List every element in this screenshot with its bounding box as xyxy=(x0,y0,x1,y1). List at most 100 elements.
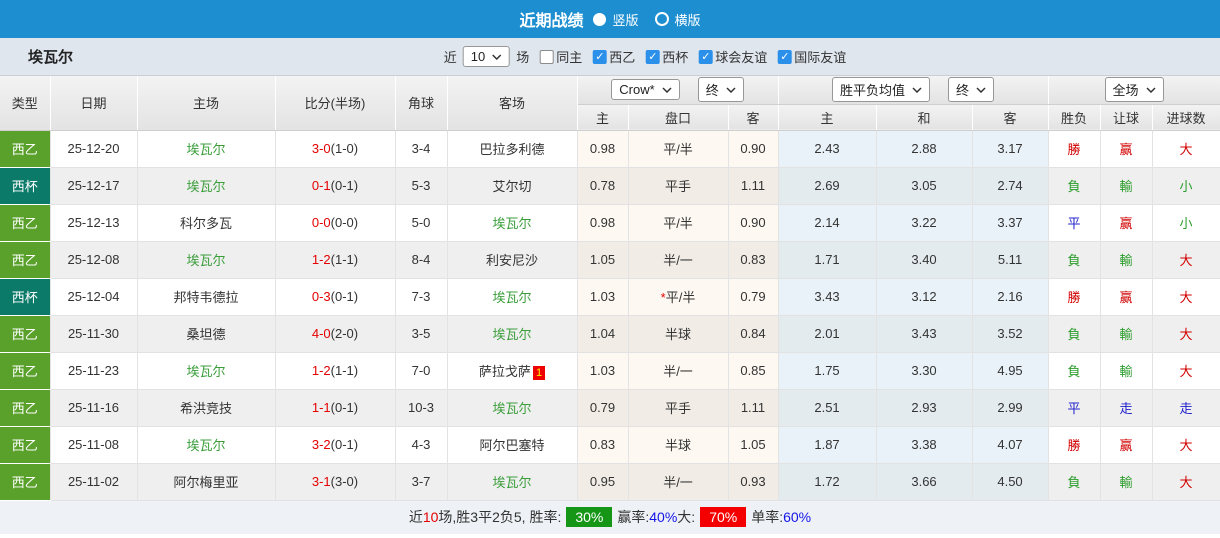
scope-select[interactable]: 全场 xyxy=(1104,77,1164,103)
home-odds-cell: 0.98 xyxy=(577,130,629,168)
vertical-radio-label[interactable]: 竖版 xyxy=(612,10,638,29)
fulltime-score: 0-0 xyxy=(311,215,331,230)
home-odds-cell: 0.83 xyxy=(577,426,629,464)
chevron-down-icon xyxy=(492,53,502,60)
spread-result-cell: 赢 xyxy=(1100,426,1153,464)
table-row: 西杯 25-12-17 埃瓦尔 0-1(0-1) 5-3 艾尔切 0.78 平手… xyxy=(0,167,1220,205)
league-badge: 西杯 xyxy=(0,278,51,316)
league-badge: 西乙 xyxy=(0,130,51,168)
checkbox-club-friendly[interactable] xyxy=(698,49,713,64)
date-cell: 25-12-04 xyxy=(50,278,138,316)
home-team-cell: 邦特韦德拉 xyxy=(137,278,276,316)
summary-recent-count: 10 xyxy=(422,509,439,525)
filters: 近 10 场 同主 西乙 西杯 球会友谊 国际友谊 xyxy=(444,46,846,67)
home-odds-cell: 0.95 xyxy=(577,463,629,501)
home-team-name: 埃瓦尔 xyxy=(186,142,226,157)
single-rate-label: 单率: xyxy=(751,509,784,525)
vertical-radio[interactable] xyxy=(593,12,607,26)
away-odds-cell: 0.83 xyxy=(728,241,779,279)
handicap-cell: 平/半 xyxy=(628,130,729,168)
mean-home-cell: 2.01 xyxy=(778,315,877,353)
corners-cell: 7-3 xyxy=(395,278,448,316)
red-card-badge: 1 xyxy=(532,365,546,380)
home-odds-cell: 1.03 xyxy=(577,352,629,390)
odds-company-select[interactable]: Crow* xyxy=(611,79,680,101)
recent-count-select[interactable]: 10 xyxy=(462,46,511,67)
table-row: 西杯 25-12-04 邦特韦德拉 0-3(0-1) 7-3 埃瓦尔 1.03 … xyxy=(0,278,1220,316)
col-header-odds-home: 主 xyxy=(577,104,629,131)
mean-away-cell: 4.95 xyxy=(972,352,1049,390)
mean-away-cell: 2.16 xyxy=(972,278,1049,316)
col-header-away: 客场 xyxy=(447,76,578,131)
score-cell: 0-0(0-0) xyxy=(275,204,396,242)
corners-cell: 7-0 xyxy=(395,352,448,390)
horizontal-radio-label[interactable]: 横版 xyxy=(675,10,701,29)
league-badge: 西杯 xyxy=(0,167,51,205)
home-odds-cell: 0.78 xyxy=(577,167,629,205)
away-team-name: 埃瓦尔 xyxy=(492,475,532,490)
halftime-score: (1-0) xyxy=(330,141,359,156)
checkbox-same-home-label[interactable]: 同主 xyxy=(556,47,582,66)
col-header-mean-away: 客 xyxy=(972,104,1049,131)
checkbox-league-label[interactable]: 西乙 xyxy=(609,47,635,66)
chevron-down-icon xyxy=(912,87,922,93)
odds-controls-cell: Crow* 终 xyxy=(577,76,779,105)
mean-controls-cell: 胜平负均值 终 xyxy=(778,76,1049,105)
result-cell: 負 xyxy=(1048,241,1101,279)
col-header-goals-result: 进球数 xyxy=(1152,104,1220,131)
checkbox-cup[interactable] xyxy=(645,49,660,64)
table-row: 西乙 25-12-08 埃瓦尔 1-2(1-1) 8-4 利安尼沙 1.05 半… xyxy=(0,241,1220,279)
spread-result-cell: 輸 xyxy=(1100,167,1153,205)
checkbox-cup-label[interactable]: 西杯 xyxy=(662,47,688,66)
score-cell: 0-3(0-1) xyxy=(275,278,396,316)
mean-away-cell: 3.52 xyxy=(972,315,1049,353)
team-name: 埃瓦尔 xyxy=(28,49,74,66)
away-odds-cell: 0.90 xyxy=(728,204,779,242)
checkbox-club-friendly-label[interactable]: 球会友谊 xyxy=(715,47,767,66)
corners-cell: 5-3 xyxy=(395,167,448,205)
chevron-down-icon xyxy=(662,87,672,93)
horizontal-radio[interactable] xyxy=(654,12,669,26)
checkbox-same-home[interactable] xyxy=(539,49,554,64)
result-cell: 負 xyxy=(1048,463,1101,501)
away-team-name: 埃瓦尔 xyxy=(492,327,532,342)
handicap-cell: 平手 xyxy=(628,167,729,205)
score-cell: 3-0(1-0) xyxy=(275,130,396,168)
mean-type-select[interactable]: 胜平负均值 xyxy=(832,77,931,103)
mean-draw-cell: 3.66 xyxy=(876,463,973,501)
matches-label: 场 xyxy=(516,50,530,65)
away-team-cell: 埃瓦尔 xyxy=(447,463,578,501)
col-header-type: 类型 xyxy=(0,76,51,131)
odds-stage-select[interactable]: 终 xyxy=(697,77,744,103)
date-cell: 25-12-20 xyxy=(50,130,138,168)
halftime-score: (0-1) xyxy=(330,178,359,193)
chevron-down-icon xyxy=(726,87,736,93)
spread-result-cell: 輸 xyxy=(1100,352,1153,390)
mean-draw-cell: 2.88 xyxy=(876,130,973,168)
goals-result-cell: 大 xyxy=(1152,278,1220,316)
away-team-name: 阿尔巴塞特 xyxy=(479,438,545,453)
mean-away-cell: 4.50 xyxy=(972,463,1049,501)
date-cell: 25-11-30 xyxy=(50,315,138,353)
halftime-score: (3-0) xyxy=(330,474,359,489)
col-header-score: 比分(半场) xyxy=(275,76,396,131)
handicap-line: 半/一 xyxy=(663,475,693,490)
home-team-cell: 埃瓦尔 xyxy=(137,352,276,390)
table-row: 西乙 25-12-13 科尔多瓦 0-0(0-0) 5-0 埃瓦尔 0.98 平… xyxy=(0,204,1220,242)
home-odds-cell: 0.79 xyxy=(577,389,629,427)
mean-stage-select[interactable]: 终 xyxy=(948,77,995,103)
corners-cell: 10-3 xyxy=(395,389,448,427)
checkbox-intl-friendly[interactable] xyxy=(777,49,792,64)
home-team-cell: 埃瓦尔 xyxy=(137,426,276,464)
checkbox-league[interactable] xyxy=(592,49,607,64)
league-badge: 西乙 xyxy=(0,463,51,501)
spread-result-cell: 走 xyxy=(1100,389,1153,427)
mean-home-cell: 2.43 xyxy=(778,130,877,168)
halftime-score: (0-1) xyxy=(330,289,359,304)
spread-result-cell: 輸 xyxy=(1100,463,1153,501)
checkbox-intl-friendly-label[interactable]: 国际友谊 xyxy=(794,47,846,66)
result-cell: 勝 xyxy=(1048,130,1101,168)
away-team-name: 埃瓦尔 xyxy=(492,216,532,231)
result-cell: 負 xyxy=(1048,167,1101,205)
mean-draw-cell: 3.05 xyxy=(876,167,973,205)
